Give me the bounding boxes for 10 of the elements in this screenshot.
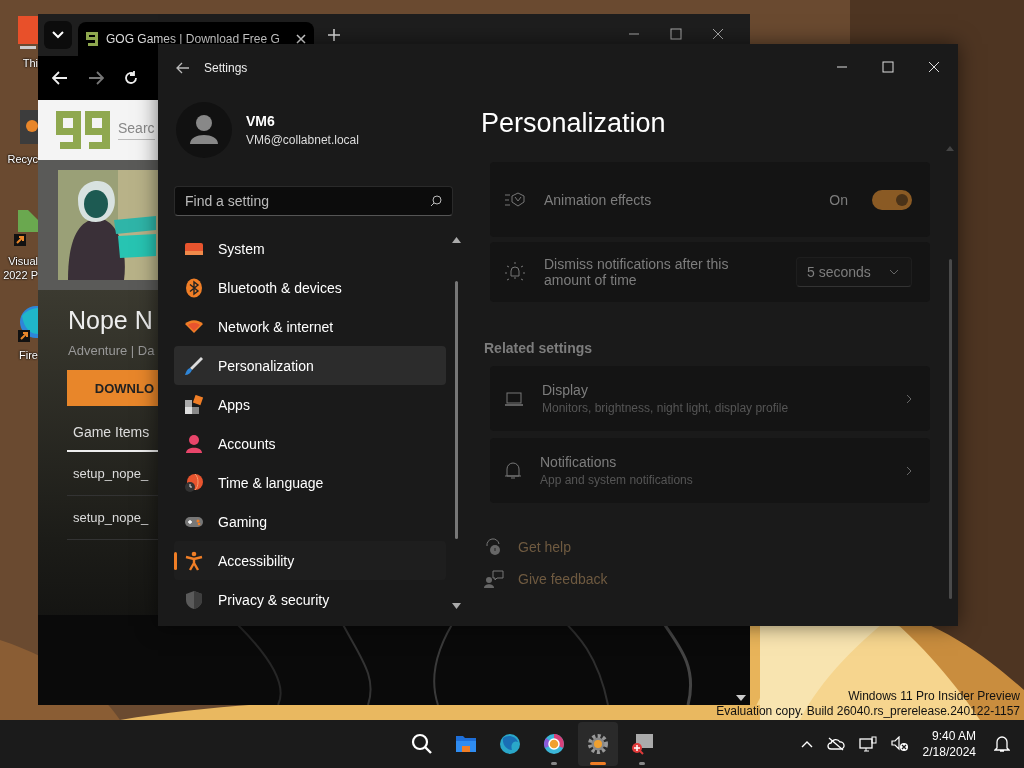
speaker-muted-icon[interactable] <box>890 736 909 752</box>
screenshot-tool-icon <box>630 732 654 756</box>
search-icon <box>410 732 434 756</box>
chevron-up-icon[interactable] <box>800 740 813 748</box>
taskbar-app[interactable] <box>578 722 618 766</box>
gear-icon <box>586 732 610 756</box>
browser-icon <box>542 732 566 756</box>
clock[interactable]: 9:40 AM 2/18/2024 <box>922 729 976 759</box>
bell-icon[interactable] <box>994 735 1010 753</box>
globe-icon <box>498 732 522 756</box>
